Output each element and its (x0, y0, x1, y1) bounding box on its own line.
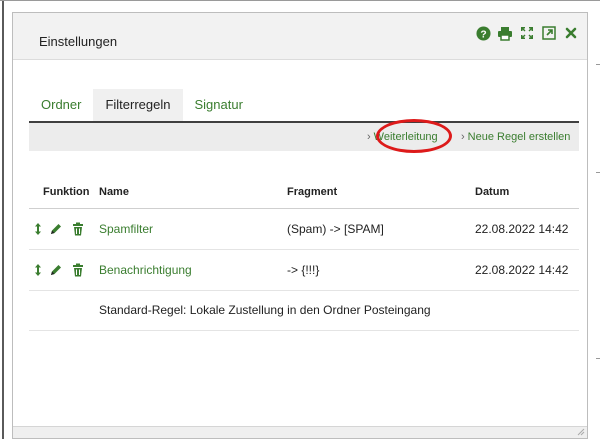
tab-ordner[interactable]: Ordner (29, 89, 93, 121)
open-external-icon[interactable] (541, 25, 557, 41)
new-rule-label: Neue Regel erstellen (467, 131, 571, 143)
page-edge-tick (596, 64, 600, 65)
chevron-right-icon: › (461, 131, 465, 143)
close-icon[interactable] (563, 25, 579, 41)
drag-handle-icon[interactable] (31, 262, 45, 278)
svg-text:?: ? (480, 29, 486, 40)
delete-trash-icon[interactable] (71, 262, 85, 278)
rules-table-header: Funktion Name Fragment Datum (29, 179, 579, 209)
tab-filterregeln[interactable]: Filterregeln (93, 89, 183, 121)
table-row: Benachrichtigung -> {!!!} 22.08.2022 14:… (29, 250, 579, 291)
page-edge-line (2, 0, 4, 439)
dialog-header: Einstellungen ? (13, 13, 587, 60)
settings-dialog: Einstellungen ? Ordner Filterregeln Sign… (12, 12, 588, 439)
rule-date: 22.08.2022 14:42 (475, 263, 569, 277)
edit-pencil-icon[interactable] (49, 221, 63, 237)
rule-name-link[interactable]: Spamfilter (99, 222, 153, 236)
page-edge-tick (596, 358, 600, 359)
forwarding-label: Weiterleitung (373, 131, 438, 143)
rule-name-link[interactable]: Benachrichtigung (99, 263, 192, 277)
drag-handle-icon[interactable] (31, 221, 45, 237)
expand-icon[interactable] (519, 25, 535, 41)
chevron-right-icon: › (367, 131, 371, 143)
rule-fragment: (Spam) -> [SPAM] (287, 222, 384, 236)
page-edge-tick (596, 172, 600, 173)
tab-signatur[interactable]: Signatur (183, 89, 255, 121)
settings-tabs: Ordner Filterregeln Signatur (29, 89, 255, 123)
dialog-footer (13, 426, 587, 438)
column-header-date: Datum (475, 186, 510, 198)
page-top-line (0, 0, 600, 1)
print-icon[interactable] (497, 25, 513, 41)
delete-trash-icon[interactable] (71, 221, 85, 237)
help-icon[interactable]: ? (475, 25, 491, 41)
resize-grip-icon[interactable] (577, 428, 585, 436)
header-actions: ? (475, 25, 579, 41)
edit-pencil-icon[interactable] (49, 262, 63, 278)
default-rule-text: Standard-Regel: Lokale Zustellung in den… (99, 303, 431, 317)
rule-fragment: -> {!!!} (287, 263, 320, 277)
dialog-title: Einstellungen (39, 34, 118, 49)
default-rule-row: Standard-Regel: Lokale Zustellung in den… (29, 291, 579, 331)
forwarding-link[interactable]: › Weiterleitung (367, 131, 438, 143)
new-rule-link[interactable]: › Neue Regel erstellen (461, 131, 570, 143)
rule-date: 22.08.2022 14:42 (475, 222, 569, 236)
table-row: Spamfilter (Spam) -> [SPAM] 22.08.2022 1… (29, 209, 579, 250)
column-header-function: Funktion (43, 186, 90, 198)
column-header-fragment: Fragment (287, 186, 338, 198)
rules-toolbar: › Weiterleitung › Neue Regel erstellen (29, 123, 579, 151)
column-header-name: Name (99, 186, 129, 198)
